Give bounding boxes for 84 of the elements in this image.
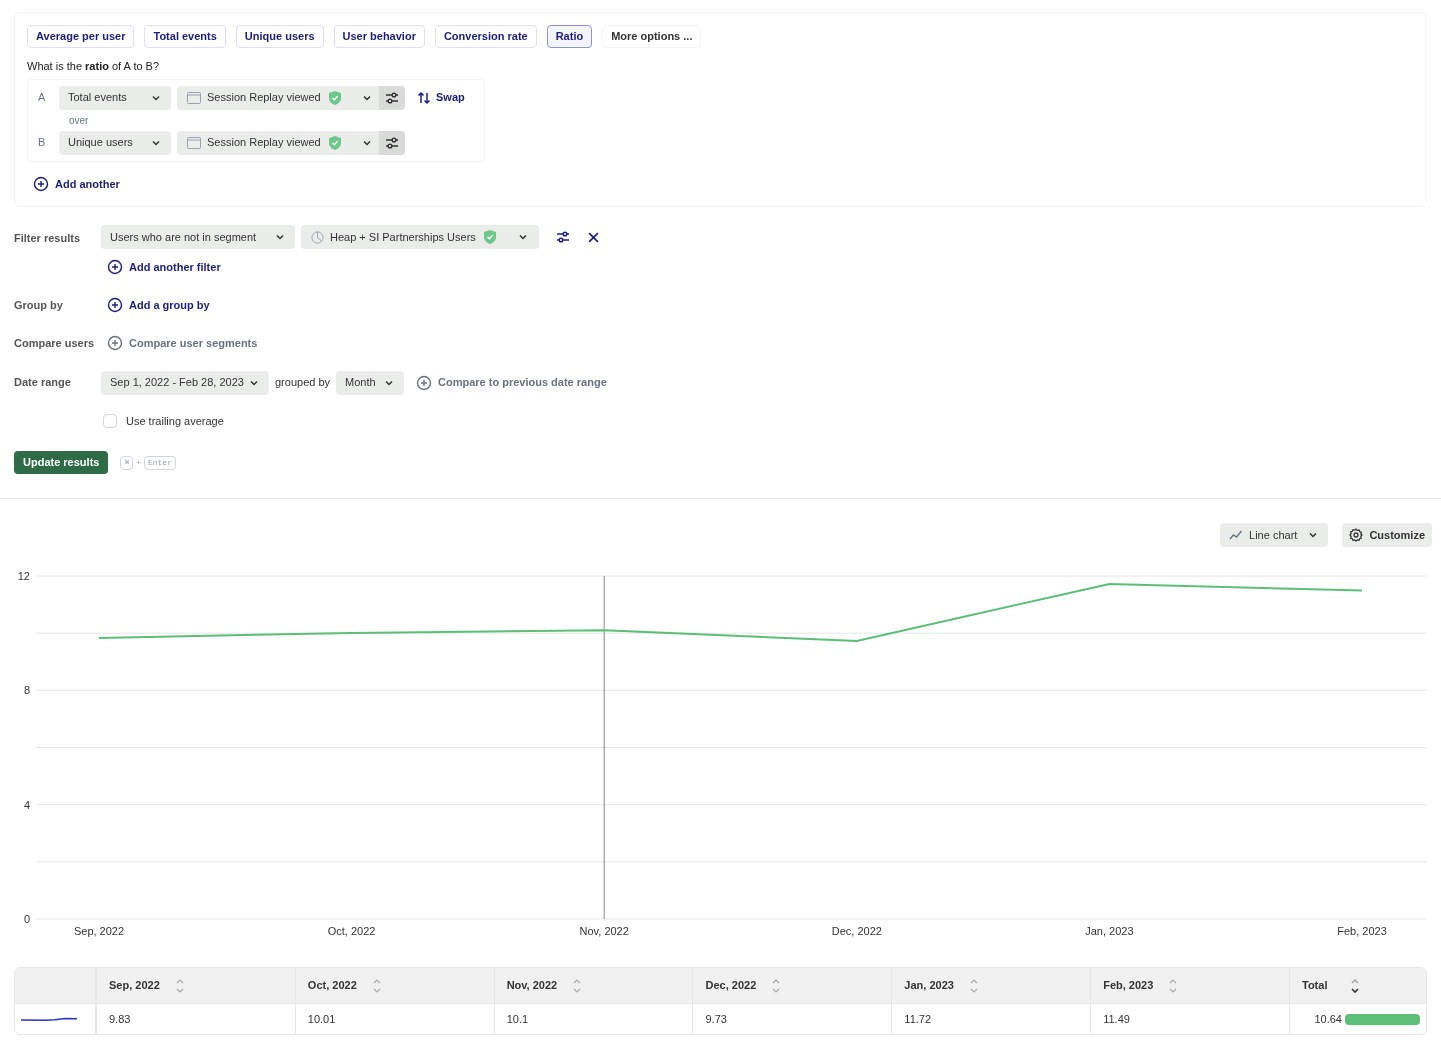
row-label: Compare users [14,336,96,351]
interval-dropdown[interactable]: Month [336,370,405,395]
axis-label: Jan, 2023 [1085,925,1134,937]
plus-circle-icon [33,175,49,192]
axis-label: 4 [23,798,30,811]
column-header: Jan, 2023 [904,978,954,994]
measure-dropdown[interactable]: Total events [59,85,171,110]
column-header: Oct, 2022 [307,978,357,994]
table-cell: 9.83 [97,1004,296,1034]
axis-label: 12 [17,570,30,582]
sort-icon[interactable] [1349,977,1362,994]
table-cell: 11.49 [1091,1004,1290,1034]
metric-tab[interactable]: User behavior [333,25,425,48]
customize-button[interactable]: Customize [1342,523,1432,547]
metric-tab[interactable]: More options ... [602,25,702,48]
checkbox[interactable] [103,413,117,428]
series-letter: A [38,90,47,106]
sliders-icon [555,229,571,245]
add-filter-button[interactable]: Add another filter [107,259,221,276]
metric-tab[interactable]: Average per user [27,25,135,48]
event-dropdown[interactable]: Session Replay viewed [177,85,405,110]
segment-dropdown[interactable]: Heap + SI Partnerships Users [301,225,539,249]
plus-circle-icon [107,296,123,313]
date-range-dropdown[interactable]: Sep 1, 2022 - Feb 28, 2023 [101,370,269,395]
pie-icon [311,230,324,244]
axis-label: Nov, 2022 [579,925,629,937]
column-header: Dec, 2022 [705,978,757,994]
axis-label: 0 [23,913,30,925]
compare-segments-button[interactable]: Compare user segments [107,335,258,352]
ratio-question: What is the ratio of A to B? [27,59,161,74]
row-label: Date range [14,375,72,391]
column-header: Nov, 2022 [506,978,558,994]
add-another-button[interactable]: Add another [33,175,120,192]
series-letter: B [38,135,47,151]
shield-check-icon [326,134,343,151]
table-cell: 11.72 [892,1004,1092,1034]
shield-check-icon [326,89,343,106]
metric-tab[interactable]: Total events [144,25,226,48]
window-icon [187,91,201,104]
key-cap: ⌘ [120,455,134,470]
table-cell: 10.01 [295,1004,495,1034]
update-results-button[interactable]: Update results [14,451,109,474]
swap-icon [417,90,431,105]
axis-label: Dec, 2022 [831,925,882,937]
column-header: Sep, 2022 [109,978,160,994]
plus-circle-icon [107,335,123,352]
grouped-by-label: grouped by [275,375,331,391]
row-label: Group by [14,297,64,313]
close-icon [587,231,599,243]
axis-label: 8 [23,684,30,697]
table-cell: 9.73 [693,1004,893,1034]
event-name: Session Replay viewed [207,135,321,151]
measure-dropdown[interactable]: Unique users [59,130,171,155]
shield-check-icon [481,229,498,245]
metric-tab[interactable]: Unique users [235,25,324,48]
window-icon [187,136,201,149]
metric-tab[interactable]: Ratio [546,25,593,48]
axis-label: Sep, 2022 [73,925,125,937]
connector-label: over [68,113,90,128]
plus-circle-icon [416,374,433,391]
sparkline [20,1016,78,1022]
table-cell: 10.1 [494,1004,694,1034]
row-label: Filter results [14,231,82,246]
event-settings-button[interactable] [379,130,405,155]
total-value: 10.64 [1314,1011,1342,1027]
key-cap: Enter [143,455,176,470]
axis-label: Feb, 2023 [1337,925,1387,937]
metric-tab[interactable]: Conversion rate [434,25,537,48]
column-header: Total [1302,978,1328,994]
swap-button[interactable]: Swap [417,89,465,106]
checkbox-label: Use trailing average [126,413,224,429]
event-dropdown[interactable]: Session Replay viewed [177,130,405,155]
chart-type-dropdown[interactable]: Line chart [1220,523,1329,547]
add-group-by-button[interactable]: Add a group by [107,296,210,313]
event-name: Session Replay viewed [207,90,321,106]
plus-sign: + [136,456,141,469]
line-chart-icon [1229,529,1244,541]
compare-date-button[interactable]: Compare to previous date range [416,374,607,391]
settings-icon [1349,528,1364,542]
axis-label: Oct, 2022 [327,925,376,937]
column-header: Feb, 2023 [1103,978,1154,994]
event-settings-button[interactable] [379,85,405,110]
condition-dropdown[interactable]: Users who are not in segment [101,225,295,249]
plus-circle-icon [107,259,123,276]
